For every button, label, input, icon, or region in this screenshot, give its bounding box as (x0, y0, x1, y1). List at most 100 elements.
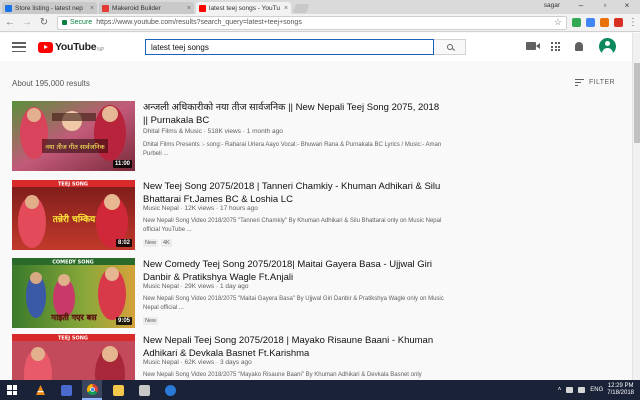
browser-tab-strip: Store listing - latest nep × Makeroid Bu… (0, 0, 640, 14)
system-tray: ˄ ENG 12:29 PM 7/18/2018 (558, 380, 634, 400)
clock[interactable]: 12:29 PM 7/18/2018 (607, 383, 634, 398)
app-icon (60, 384, 72, 396)
taskbar-chrome[interactable] (82, 380, 102, 400)
lock-icon (62, 20, 67, 25)
tab-label: Store listing - latest nep (15, 4, 83, 12)
video-result[interactable]: COMEDY SONG माइती गएर बस 9:05 New Comedy… (12, 258, 612, 330)
close-icon[interactable]: × (88, 5, 94, 12)
window-close-icon[interactable]: × (616, 0, 638, 12)
logo-text: YouTube (55, 41, 97, 53)
close-icon[interactable]: × (185, 5, 191, 12)
upload-age: 1 month ago (246, 128, 283, 135)
taskbar-edge[interactable] (160, 380, 180, 400)
search-button[interactable] (434, 39, 466, 55)
upload-age: 1 day ago (219, 283, 249, 290)
volume-icon[interactable] (578, 387, 586, 393)
thumbnail-tag: TEEJ SONG (58, 182, 88, 188)
thumbnail-tag: COMEDY SONG (52, 260, 94, 266)
channel-name[interactable]: Music Nepal (143, 205, 179, 212)
youtube-icon (199, 4, 206, 12)
filter-icon (575, 79, 584, 86)
apps-grid-icon[interactable] (551, 42, 560, 51)
tab-label: latest teej songs - YouTu (209, 4, 280, 12)
back-icon[interactable]: ← (3, 16, 17, 30)
address-bar[interactable]: Secure https://www.youtube.com/results?s… (57, 15, 567, 30)
menu-icon[interactable] (12, 42, 26, 52)
thumbnail-image: TEEJ SONG (12, 334, 135, 380)
thumbnail-tag: TEEJ SONG (58, 336, 88, 342)
extension-icon[interactable] (614, 18, 623, 27)
video-meta: Dhital Films & Music · 518K views · 1 mo… (143, 128, 283, 135)
extension-icon[interactable] (586, 18, 595, 27)
taskbar-file-explorer[interactable] (108, 380, 128, 400)
extension-icon[interactable] (572, 18, 581, 27)
video-thumbnail[interactable]: नया तीज गीत सार्वजनिक 11:00 (12, 101, 135, 171)
thumbnail-caption: तन्नेरी चम्किय (52, 213, 96, 225)
language-indicator[interactable]: ENG (590, 387, 603, 393)
scrollbar-thumb[interactable] (634, 63, 640, 143)
taskbar-app[interactable] (56, 380, 76, 400)
search-icon (446, 44, 453, 50)
taskbar-vlc[interactable] (30, 380, 50, 400)
bookmark-star-icon[interactable]: ☆ (554, 17, 562, 28)
clock-date: 7/18/2018 (607, 390, 634, 396)
new-badge: New (143, 317, 159, 325)
video-title[interactable]: New Teej Song 2075/2018 | Tanneri Chamki… (143, 180, 443, 206)
start-button[interactable] (0, 380, 24, 400)
view-count: 62K views (184, 359, 215, 366)
page-scrollbar[interactable] (632, 33, 640, 380)
clock-time: 12:29 PM (607, 382, 634, 389)
extension-icon[interactable] (600, 18, 609, 27)
new-tab-button[interactable] (292, 4, 310, 13)
view-count: 518K views (207, 128, 241, 135)
screen: Store listing - latest nep × Makeroid Bu… (0, 0, 640, 400)
video-title[interactable]: अन्जली अधिकारीको नया तीज सार्वजनिक || Ne… (143, 101, 443, 127)
video-result[interactable]: TEEJ SONG तन्नेरी चम्किय 8:02 New Teej S… (12, 180, 612, 252)
taskbar-app[interactable] (134, 380, 154, 400)
channel-name[interactable]: Music Nepal (143, 359, 179, 366)
tab-store-listing[interactable]: Store listing - latest nep × (2, 2, 97, 14)
upload-video-icon[interactable] (526, 42, 540, 50)
filter-button[interactable]: FILTER (575, 79, 615, 86)
tab-youtube-results[interactable]: latest teej songs - YouTu × (196, 2, 291, 14)
browser-toolbar: ← → ↻ Secure https://www.youtube.com/res… (0, 14, 640, 32)
close-icon[interactable]: × (282, 5, 288, 12)
channel-name[interactable]: Dhital Films & Music (143, 128, 202, 135)
minimize-icon[interactable]: – (570, 0, 592, 12)
tab-label: Makeroid Builder (112, 4, 161, 12)
youtube-masthead: YouTube NP latest teej songs (0, 33, 632, 61)
video-duration: 9:05 (115, 317, 132, 325)
maximize-icon[interactable]: ▫ (594, 0, 616, 12)
chrome-icon (86, 383, 98, 395)
search-input[interactable]: latest teej songs (145, 39, 434, 55)
notifications-bell-icon[interactable] (575, 42, 583, 51)
video-description: New Nepali Song Video 2018/2075 "Mayako … (143, 372, 422, 378)
reload-icon[interactable]: ↻ (37, 16, 51, 30)
forward-icon[interactable]: → (20, 16, 34, 30)
video-description: New Nepali Song Video 2018/2075 "Maitai … (143, 296, 444, 311)
video-title[interactable]: New Nepali Teej Song 2075/2018 | Mayako … (143, 334, 443, 360)
video-result[interactable]: TEEJ SONG New Nepali Teej Song 2075/2018… (12, 334, 612, 380)
network-icon[interactable] (566, 387, 574, 393)
youtube-logo[interactable]: YouTube NP (38, 41, 104, 53)
video-thumbnail[interactable]: TEEJ SONG (12, 334, 135, 380)
video-title[interactable]: New Comedy Teej Song 2075/2018| Maitai G… (143, 258, 443, 284)
view-count: 12K views (184, 205, 215, 212)
vlc-icon (35, 384, 45, 395)
video-thumbnail[interactable]: COMEDY SONG माइती गएर बस 9:05 (12, 258, 135, 328)
avatar[interactable] (599, 38, 616, 55)
channel-name[interactable]: Music Nepal (143, 283, 179, 290)
menu-dots-icon[interactable]: ⋮ (626, 16, 640, 30)
store-icon (5, 4, 12, 12)
tab-makeroid-builder[interactable]: Makeroid Builder × (99, 2, 194, 14)
video-result[interactable]: नया तीज गीत सार्वजनिक 11:00 अन्जली अधिका… (12, 101, 612, 173)
new-badge: New (143, 239, 159, 247)
folder-icon (112, 384, 124, 396)
video-thumbnail[interactable]: TEEJ SONG तन्नेरी चम्किय 8:02 (12, 180, 135, 250)
upload-age: 17 hours ago (219, 205, 258, 212)
windows-taskbar: ˄ ENG 12:29 PM 7/18/2018 (0, 380, 640, 400)
view-count: 29K views (184, 283, 215, 290)
tray-chevron-icon[interactable]: ˄ (558, 387, 562, 393)
profile-name[interactable]: sagar (544, 2, 560, 9)
video-meta: Music Nepal · 12K views · 17 hours ago (143, 205, 258, 212)
